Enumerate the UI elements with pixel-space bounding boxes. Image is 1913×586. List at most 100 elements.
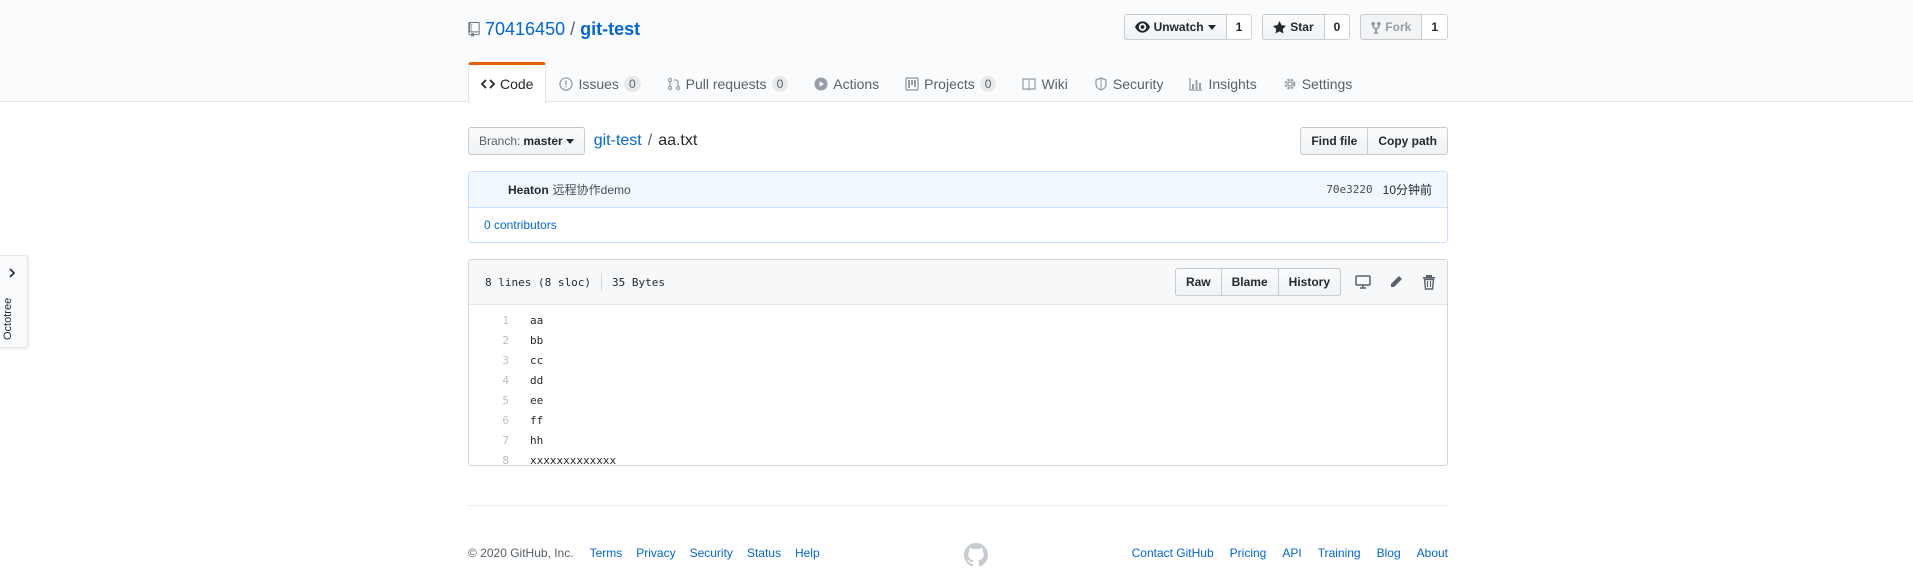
- caret-down-icon: [1207, 24, 1216, 30]
- repo-name-link[interactable]: git-test: [580, 19, 640, 40]
- branch-label: Branch:: [479, 134, 521, 148]
- line-number[interactable]: 5: [469, 394, 509, 407]
- commit-tease-box: Heaton 远程协作demo 70e3220 10分钟前 0 contribu…: [468, 171, 1448, 243]
- octotree-toggle[interactable]: Octotree: [0, 255, 28, 348]
- title-separator: /: [570, 18, 576, 39]
- code-line: 5 ee: [469, 390, 1447, 410]
- site-footer: © 2020 GitHub, Inc. Terms Privacy Security…: [468, 505, 1448, 567]
- commit-sha-link[interactable]: 70e3220: [1326, 183, 1372, 196]
- project-icon: [905, 76, 919, 91]
- footer-link-help[interactable]: Help: [795, 546, 820, 560]
- github-logo-icon[interactable]: [964, 543, 988, 567]
- commit-time: 10分钟前: [1382, 183, 1432, 197]
- star-group: Star 0: [1262, 14, 1351, 40]
- latest-commit: Heaton 远程协作demo 70e3220 10分钟前: [469, 172, 1447, 208]
- repo-owner-link[interactable]: 70416450: [485, 19, 565, 40]
- find-file-button[interactable]: Find file: [1300, 127, 1369, 155]
- footer-link-status[interactable]: Status: [747, 546, 781, 560]
- fork-button[interactable]: Fork: [1360, 14, 1423, 40]
- line-number[interactable]: 3: [469, 354, 509, 367]
- line-number[interactable]: 2: [469, 334, 509, 347]
- file-info-divider: [600, 273, 602, 291]
- line-number[interactable]: 8: [469, 454, 509, 467]
- footer-link-security[interactable]: Security: [690, 546, 733, 560]
- contributors-link[interactable]: 0 contributors: [484, 218, 557, 232]
- line-content: aa: [530, 313, 544, 327]
- fork-count[interactable]: 1: [1422, 14, 1448, 40]
- copy-path-button[interactable]: Copy path: [1368, 127, 1448, 155]
- file-nav-actions: Find file Copy path: [1300, 127, 1448, 155]
- star-label: Star: [1290, 20, 1314, 34]
- fork-group: Fork 1: [1360, 14, 1448, 40]
- footer-copyright: © 2020 GitHub, Inc.: [468, 546, 574, 560]
- commit-message-link[interactable]: 远程协作demo: [553, 181, 631, 198]
- code-line: 1 aa: [469, 310, 1447, 330]
- tab-settings[interactable]: Settings: [1270, 62, 1366, 103]
- tab-actions[interactable]: Actions: [801, 62, 892, 103]
- tab-insights[interactable]: Insights: [1176, 62, 1269, 103]
- footer-link-training[interactable]: Training: [1318, 546, 1361, 560]
- tab-code[interactable]: Code: [468, 62, 547, 103]
- footer-link-contact-github[interactable]: Contact GitHub: [1132, 546, 1214, 560]
- tab-code-label: Code: [500, 75, 534, 92]
- history-button[interactable]: History: [1278, 268, 1341, 296]
- issues-counter: 0: [623, 75, 641, 92]
- tab-wiki-label: Wiki: [1041, 75, 1068, 92]
- tab-insights-label: Insights: [1208, 75, 1257, 92]
- tab-security[interactable]: Security: [1081, 62, 1177, 103]
- pagehead-actions: Unwatch 1 Star 0 Fork 1: [1123, 14, 1448, 40]
- line-content: cc: [530, 353, 544, 367]
- raw-button[interactable]: Raw: [1174, 268, 1222, 296]
- fork-icon: [1371, 21, 1381, 34]
- footer-inner: © 2020 GitHub, Inc. Terms Privacy Security…: [468, 543, 1448, 567]
- octotree-label: Octotree: [2, 297, 14, 340]
- commit-author-link[interactable]: Heaton: [508, 183, 549, 197]
- footer-link-pricing[interactable]: Pricing: [1230, 546, 1267, 560]
- book-icon: [1022, 77, 1037, 91]
- line-content: xxxxxxxxxxxxx: [530, 453, 617, 467]
- footer-link-blog[interactable]: Blog: [1377, 546, 1401, 560]
- unwatch-button[interactable]: Unwatch: [1123, 14, 1227, 40]
- star-button[interactable]: Star: [1262, 14, 1325, 40]
- code-line: 6 ff: [469, 410, 1447, 430]
- line-number[interactable]: 1: [469, 314, 509, 327]
- contributors-row: 0 contributors: [469, 208, 1447, 242]
- pencil-icon[interactable]: [1388, 274, 1404, 290]
- issue-icon: [559, 76, 574, 91]
- footer-link-about[interactable]: About: [1417, 546, 1448, 560]
- tab-issues[interactable]: Issues 0: [546, 62, 653, 103]
- tab-issues-label: Issues: [578, 75, 619, 92]
- caret-down-icon: [565, 138, 574, 144]
- line-number[interactable]: 6: [469, 414, 509, 427]
- file-navigation: Branch: master git-test / aa.txt Find fi…: [468, 127, 1448, 155]
- tab-security-label: Security: [1112, 75, 1164, 92]
- repo-title: 70416450 / git-test Unwatch 1 Star 0 For…: [468, 14, 1448, 40]
- branch-name: master: [523, 134, 563, 148]
- tab-pull-requests[interactable]: Pull requests 0: [654, 62, 802, 103]
- code-line: 7 hh: [469, 430, 1447, 450]
- tab-projects[interactable]: Projects 0: [892, 62, 1009, 103]
- chevron-right-icon: [9, 268, 16, 278]
- repo-header: 70416450 / git-test Unwatch 1 Star 0 For…: [0, 0, 1913, 103]
- trash-icon[interactable]: [1421, 274, 1437, 290]
- graph-icon: [1189, 77, 1203, 91]
- breadcrumb-repo-link[interactable]: git-test: [594, 132, 642, 150]
- commit-meta: 70e3220 10分钟前: [1326, 181, 1432, 198]
- footer-link-terms[interactable]: Terms: [590, 546, 623, 560]
- footer-link-api[interactable]: API: [1282, 546, 1301, 560]
- branch-select-button[interactable]: Branch: master: [468, 127, 585, 155]
- watch-count[interactable]: 1: [1226, 14, 1253, 40]
- desktop-icon[interactable]: [1355, 274, 1371, 290]
- repo-icon: [468, 21, 480, 37]
- star-count[interactable]: 0: [1324, 14, 1351, 40]
- line-number[interactable]: 7: [469, 434, 509, 447]
- line-content: hh: [530, 433, 544, 447]
- tab-wiki[interactable]: Wiki: [1009, 62, 1080, 103]
- blame-button[interactable]: Blame: [1221, 268, 1279, 296]
- tab-actions-label: Actions: [833, 75, 880, 92]
- footer-link-privacy[interactable]: Privacy: [636, 546, 675, 560]
- tab-settings-label: Settings: [1301, 75, 1353, 92]
- code-line: 8 xxxxxxxxxxxxx: [469, 450, 1447, 470]
- pull-request-icon: [667, 77, 680, 90]
- line-number[interactable]: 4: [469, 374, 509, 387]
